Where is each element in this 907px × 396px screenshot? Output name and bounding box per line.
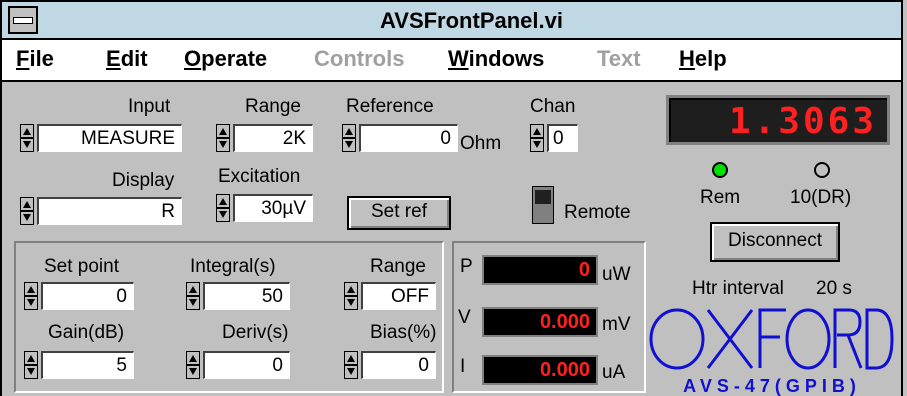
excitation-selector[interactable]: 30µV [216, 194, 313, 222]
spin-arrows-icon[interactable] [344, 351, 358, 379]
spin-arrows-icon[interactable] [342, 124, 356, 152]
logo-letter-x [706, 309, 754, 369]
integral-control[interactable]: 50 [186, 282, 290, 310]
display-label: Display [112, 170, 175, 191]
reference-control[interactable]: 0 [342, 124, 458, 152]
deriv-field[interactable]: 0 [203, 351, 290, 379]
range-field[interactable]: 2K [233, 124, 313, 152]
set-ref-button[interactable]: Set ref [347, 196, 451, 230]
deriv-control[interactable]: 0 [186, 351, 290, 379]
htr-interval-label: Htr interval [692, 278, 784, 299]
spin-arrows-icon[interactable] [216, 194, 230, 222]
excitation-field[interactable]: 30µV [233, 194, 313, 222]
heater-range-label: Range [370, 256, 426, 277]
menu-help[interactable]: Help [679, 46, 727, 72]
spin-arrows-icon[interactable] [20, 124, 34, 152]
dr-led-icon [814, 162, 830, 178]
disconnect-button[interactable]: Disconnect [710, 222, 840, 262]
bias-label: Bias(%) [370, 322, 437, 343]
set-point-control[interactable]: 0 [24, 282, 134, 310]
input-selector[interactable]: MEASURE [20, 124, 182, 152]
input-label: Input [128, 96, 171, 117]
bias-field[interactable]: 0 [361, 351, 436, 379]
menu-operate[interactable]: Operate [184, 46, 267, 72]
deriv-label: Deriv(s) [222, 322, 289, 343]
range-selector[interactable]: 2K [216, 124, 313, 152]
gain-label: Gain(dB) [48, 322, 125, 343]
reference-field[interactable]: 0 [359, 124, 458, 152]
window-title: AVSFrontPanel.vi [380, 8, 563, 33]
chan-field[interactable]: 0 [547, 124, 578, 152]
reference-unit: Ohm [460, 133, 502, 154]
heater-range-field[interactable]: OFF [361, 282, 436, 310]
readout-value: 1.3063 [728, 101, 877, 142]
power-unit: uW [602, 264, 631, 285]
reference-label: Reference [346, 96, 434, 117]
menu-bar: File Edit Operate Controls Windows Text … [0, 40, 903, 82]
menu-windows[interactable]: Windows [448, 46, 544, 72]
chan-control[interactable]: 0 [530, 124, 578, 152]
power-label: P [460, 256, 473, 277]
voltage-indicator: 0.000 [482, 307, 598, 337]
logo-letter-o [649, 308, 705, 370]
power-indicator: 0 [482, 255, 598, 285]
spin-arrows-icon[interactable] [186, 282, 200, 310]
menu-file[interactable]: File [16, 46, 54, 72]
gain-field[interactable]: 5 [41, 351, 134, 379]
display-field[interactable]: R [37, 197, 182, 225]
spin-arrows-icon[interactable] [24, 282, 38, 310]
spin-arrows-icon[interactable] [24, 351, 38, 379]
chan-label: Chan [530, 96, 576, 117]
dr-label: 10(DR) [790, 187, 852, 208]
logo-letter-d [865, 308, 894, 370]
title-bar[interactable]: AVSFrontPanel.vi [0, 0, 903, 40]
menu-controls[interactable]: Controls [314, 46, 404, 72]
heater-range-selector[interactable]: OFF [344, 282, 436, 310]
menu-text[interactable]: Text [597, 46, 641, 72]
rem-label: Rem [700, 187, 741, 208]
excitation-label: Excitation [218, 166, 301, 187]
display-selector[interactable]: R [20, 197, 182, 225]
input-field[interactable]: MEASURE [37, 124, 182, 152]
rem-led-icon [712, 162, 728, 178]
current-unit: uA [602, 362, 626, 383]
spin-arrows-icon[interactable] [530, 124, 544, 152]
logo-letter-r [833, 308, 863, 369]
oxford-logo: AVS-47(GPIB) [649, 308, 894, 396]
bias-control[interactable]: 0 [344, 351, 436, 379]
logo-letter-f [758, 308, 786, 368]
current-indicator: 0.000 [482, 355, 598, 385]
system-menu-button[interactable] [8, 6, 38, 34]
set-point-field[interactable]: 0 [41, 282, 134, 310]
integral-label: Integral(s) [190, 256, 276, 277]
integral-field[interactable]: 50 [203, 282, 290, 310]
htr-interval-value: 20 s [816, 278, 852, 299]
voltage-unit: mV [602, 314, 631, 335]
remote-toggle[interactable] [532, 186, 554, 224]
gain-control[interactable]: 5 [24, 351, 134, 379]
menu-edit[interactable]: Edit [106, 46, 148, 72]
resistance-readout: 1.3063 [666, 95, 890, 145]
logo-letter-o2 [785, 308, 831, 370]
range-label: Range [245, 96, 301, 117]
logo-model: AVS-47(GPIB) [683, 376, 861, 396]
remote-label: Remote [564, 202, 631, 223]
spin-arrows-icon[interactable] [186, 351, 200, 379]
current-label: I [460, 356, 466, 377]
spin-arrows-icon[interactable] [20, 197, 34, 225]
set-point-label: Set point [44, 256, 119, 277]
spin-arrows-icon[interactable] [344, 282, 358, 310]
voltage-label: V [458, 307, 471, 328]
spin-arrows-icon[interactable] [216, 124, 230, 152]
